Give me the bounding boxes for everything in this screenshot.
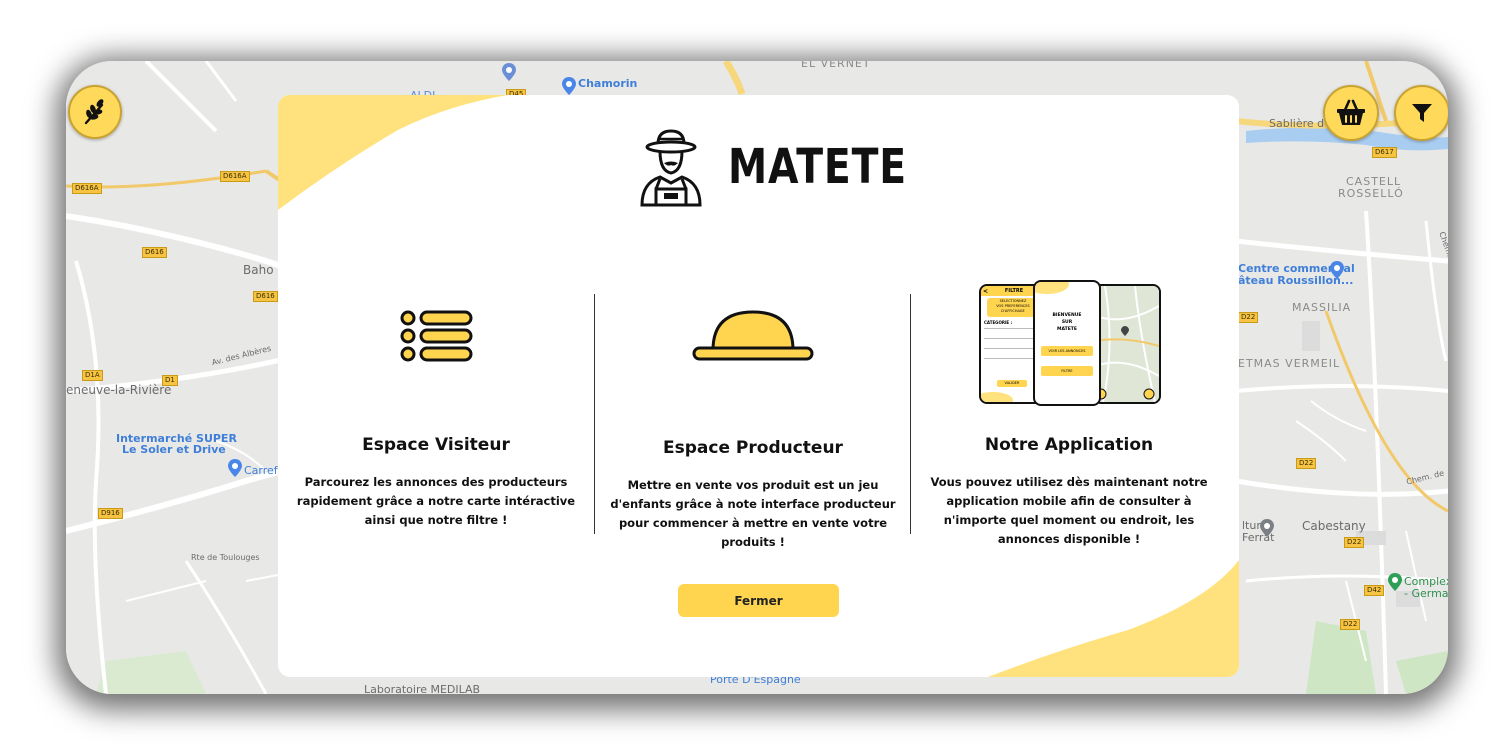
map-label-germanc: - Germanc xyxy=(1404,587,1448,600)
logo-button[interactable] xyxy=(68,85,122,139)
map-label-medilab: Laboratoire MEDILAB xyxy=(364,683,481,694)
map-pin-icon[interactable] xyxy=(1260,519,1274,537)
section-title: Espace Producteur xyxy=(663,438,843,458)
road-tag: D1A xyxy=(82,370,103,381)
section-description: Parcourez les annonces des producteurs r… xyxy=(296,475,576,527)
map-pin-icon[interactable] xyxy=(562,77,576,95)
basket-icon xyxy=(1337,99,1365,125)
phone-filter-prompt: SELECTIONNEZ VOS PREFERENCES D'AFFICHAGE xyxy=(987,298,1039,317)
road-tag: D617 xyxy=(1372,147,1397,158)
road-tag: D916 xyxy=(98,508,123,519)
map-pin-icon[interactable] xyxy=(228,459,242,477)
farmer-icon xyxy=(640,129,702,207)
phone-map-screen xyxy=(1093,284,1161,404)
map-label-rossello: ROSSELLÓ xyxy=(1338,187,1404,200)
phone-category-label: CATEGORIE : xyxy=(984,320,1013,325)
road-tag: D616A xyxy=(220,171,250,182)
app-title: MATETE xyxy=(728,139,907,195)
map-label-cabestany: Cabestany xyxy=(1302,519,1366,533)
map-label-massilia: MASSILIA xyxy=(1292,301,1352,314)
road-tag: D22 xyxy=(1296,458,1317,469)
phone-text: MATETE xyxy=(1057,327,1077,332)
phone-welcome-text: BIENVENUE SUR MATETE xyxy=(1035,312,1099,333)
road-tag: D616 xyxy=(253,291,278,302)
map-label-mas-vermeil: ETMAS VERMEIL xyxy=(1238,357,1341,370)
phone-text: BIENVENUE xyxy=(1052,313,1082,318)
map-label-chamorin: Chamorin xyxy=(578,77,638,90)
map-label-le-soler: Le Soler et Drive xyxy=(122,443,226,456)
road-tag: D42 xyxy=(1364,585,1385,596)
map-label-baho: Baho xyxy=(243,263,274,277)
map-pin-icon[interactable] xyxy=(1388,573,1402,591)
phone-filter-button: FILTRE xyxy=(1041,366,1093,376)
map-label-sabliere: Sablière d xyxy=(1269,117,1325,130)
road-tag: D616 xyxy=(142,247,167,258)
road-tag: D22 xyxy=(1344,537,1365,548)
road-tag: D22 xyxy=(1238,312,1259,323)
hat-icon xyxy=(692,310,814,361)
filter-icon xyxy=(1412,104,1432,122)
section-title: Espace Visiteur xyxy=(362,435,510,455)
section-title: Notre Application xyxy=(984,435,1154,455)
phone-text: SUR xyxy=(1061,320,1073,325)
map-label-el-vernet: EL VERNET xyxy=(801,61,871,70)
phone-map-thumbnail xyxy=(1095,286,1159,402)
section-application: < FILTRE SELECTIONNEZ VOS PREFERENCES D'… xyxy=(911,280,1227,546)
map-pin-icon[interactable] xyxy=(1330,261,1344,279)
decorative-blob-bottom xyxy=(988,560,1239,677)
section-producteur: Espace Producteur Mettre en vente vos pr… xyxy=(595,290,911,549)
decorative-blob-top xyxy=(278,95,508,210)
filter-button[interactable] xyxy=(1394,85,1448,141)
phone-text: D'AFFICHAGE xyxy=(1001,309,1025,313)
road-tag: D22 xyxy=(1340,619,1361,630)
section-visiteur: Espace Visiteur Parcourez les annonces d… xyxy=(278,290,594,535)
road-tag: D616A xyxy=(72,183,102,194)
phones-mockup: < FILTRE SELECTIONNEZ VOS PREFERENCES D'… xyxy=(977,280,1161,406)
basket-button[interactable] xyxy=(1323,85,1379,141)
map-pin-icon[interactable] xyxy=(502,63,516,81)
welcome-modal: MATETE Espace Visiteur Parcourez les ann… xyxy=(278,95,1239,677)
phone-view-ads-button: VOIR LES ANNONCES xyxy=(1041,346,1093,356)
wheat-icon xyxy=(84,99,104,125)
phone-welcome-screen: BIENVENUE SUR MATETE VOIR LES ANNONCES F… xyxy=(1033,280,1101,406)
section-description: Vous pouvez utilisez dès maintenant notr… xyxy=(930,475,1208,546)
map-label-toulouges: Rte de Toulouges xyxy=(191,553,260,562)
brand-header: MATETE xyxy=(636,127,946,207)
list-icon xyxy=(400,310,473,362)
phone-validate-button: VALIDER xyxy=(997,380,1027,387)
section-description: Mettre en vente vos produit est un jeu d… xyxy=(610,478,896,549)
map-label-neuve: eneuve-la-Rivière xyxy=(66,383,172,397)
road-tag: D1 xyxy=(162,375,178,386)
close-button[interactable]: Fermer xyxy=(678,584,839,617)
